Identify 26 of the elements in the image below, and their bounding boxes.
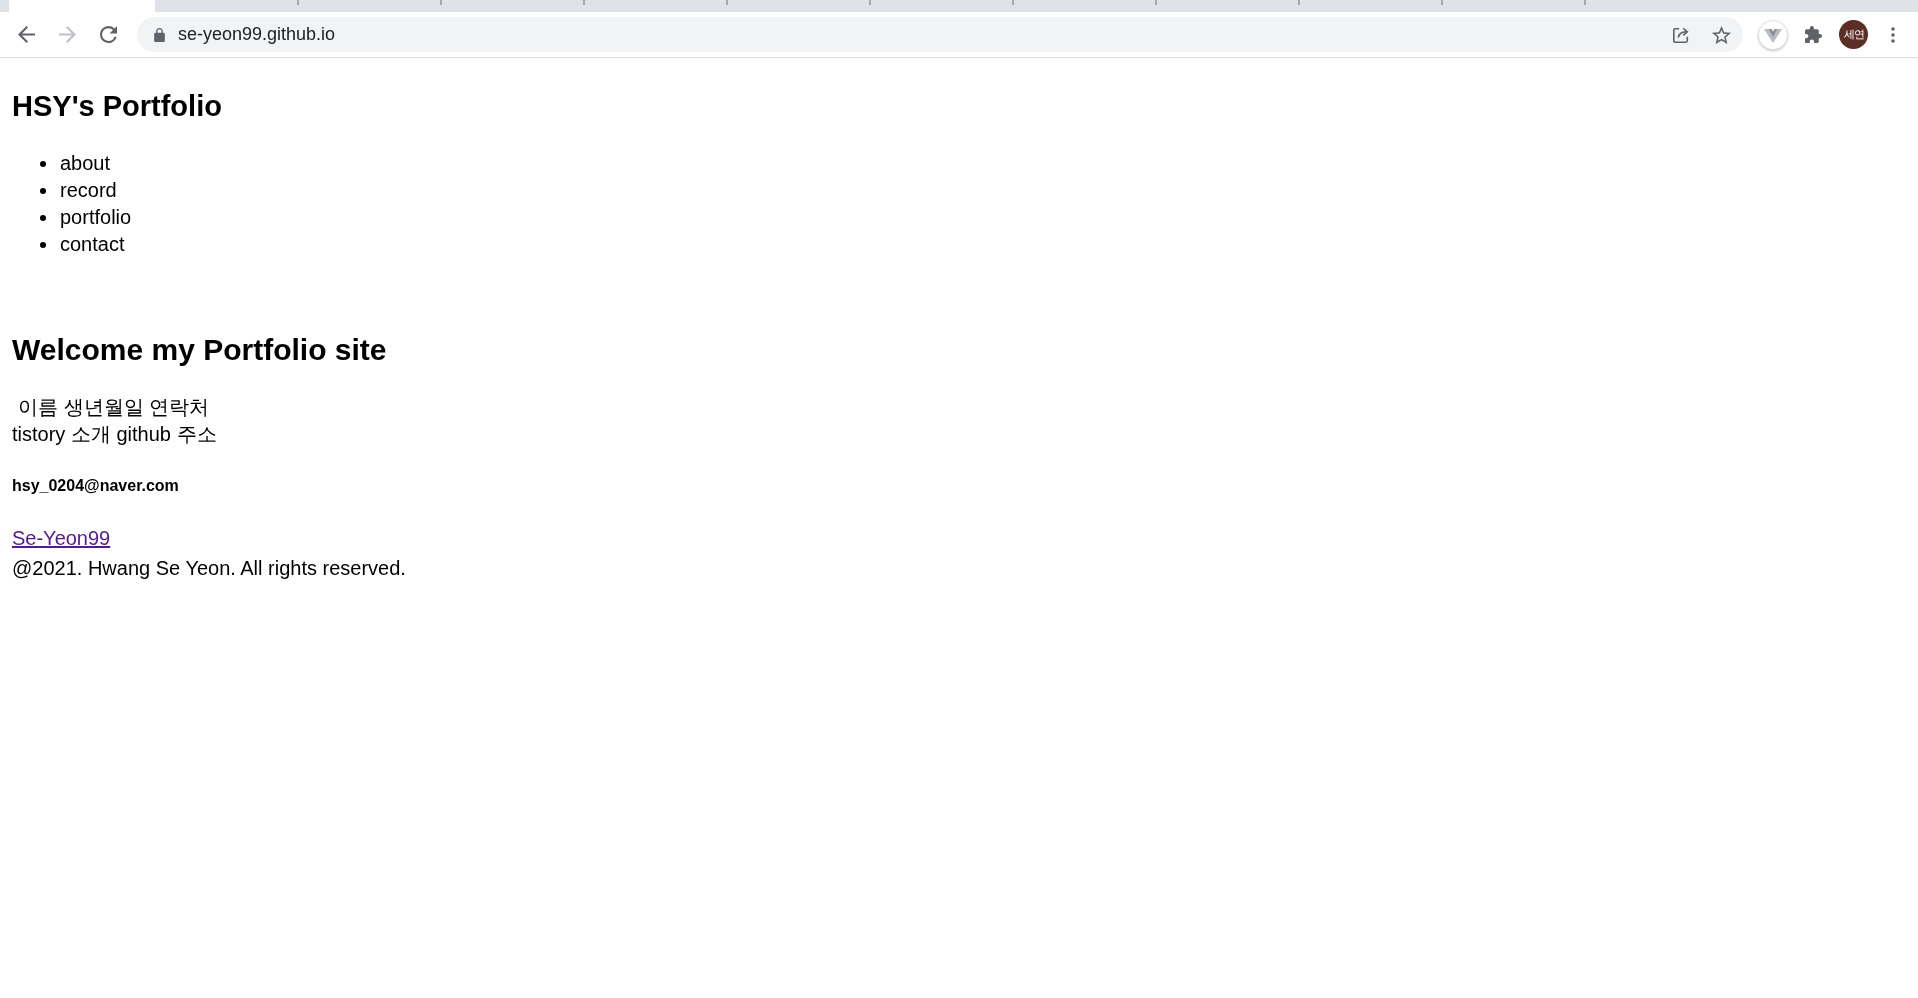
section-heading: Welcome my Portfolio site	[12, 332, 387, 368]
profile-button[interactable]: 세연	[1839, 20, 1868, 49]
intro-text: tistory 소개 github 주소	[12, 422, 217, 447]
nav-list-item: about	[60, 151, 111, 176]
page-title: HSY's Portfolio	[12, 89, 222, 124]
copyright-text: @2021. Hwang Se Yeon. All rights reserved.	[12, 556, 406, 581]
github-link[interactable]: Se-Yeon99	[12, 527, 111, 549]
email-text: hsy_0204@naver.com	[12, 476, 179, 496]
bullet-icon	[40, 187, 46, 194]
puzzle-piece-icon[interactable]	[1805, 26, 1822, 43]
nav-list-item: contact	[60, 232, 125, 257]
intro-text: 이름 생년월일 연락처	[17, 395, 210, 420]
address-bar[interactable]: se-yeon99.github.io	[137, 17, 1743, 52]
reload-icon[interactable]	[100, 26, 117, 43]
nav-list-item: portfolio	[60, 205, 132, 230]
browser-tab[interactable]	[9, 0, 155, 12]
lock-icon	[154, 27, 165, 42]
back-arrow-icon[interactable]	[18, 26, 35, 43]
bullet-icon	[40, 160, 46, 167]
star-icon[interactable]	[1712, 25, 1731, 44]
menu-icon[interactable]	[1891, 26, 1895, 43]
bullet-icon	[40, 214, 46, 221]
v-logo-icon[interactable]	[1758, 19, 1788, 50]
bullet-icon	[40, 241, 46, 248]
share-icon[interactable]	[1672, 25, 1690, 44]
nav-list-item: record	[60, 178, 117, 203]
